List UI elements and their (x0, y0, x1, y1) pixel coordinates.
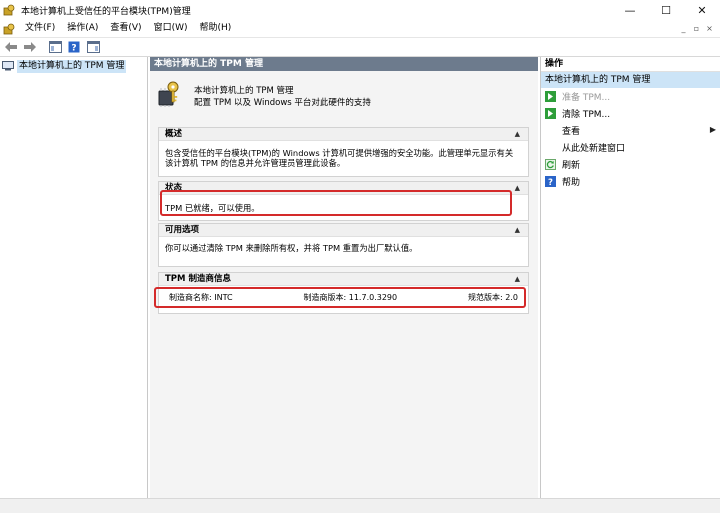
toolbar: ? (0, 37, 720, 57)
svg-text:?: ? (71, 44, 76, 54)
menu-file[interactable]: 文件(F) (19, 20, 61, 37)
overview-title: 概述 (165, 129, 183, 139)
overview-line-1: 包含受信任的平台模块(TPM)的 Windows 计算机可提供增强的安全功能。此… (165, 148, 514, 158)
result-pane-body: 本地计算机上的 TPM 管理 配置 TPM 以及 Windows 平台对此硬件的… (150, 71, 538, 498)
collapse-caret-icon[interactable]: ▲ (515, 273, 520, 286)
action-refresh[interactable]: 刷新 (541, 156, 720, 173)
help-icon: ? (68, 41, 80, 53)
action-new-window[interactable]: 从此处新建窗口 (541, 139, 720, 156)
overview-text: 包含受信任的平台模块(TPM)的 Windows 计算机可提供增强的安全功能。此… (159, 141, 528, 172)
tpm-chip-key-icon (158, 81, 180, 107)
action-label: 查看 (562, 127, 581, 137)
title-bar: 本地计算机上受信任的平台模块(TPM)管理 — ☐ ✕ (0, 0, 720, 20)
back-arrow-icon (5, 42, 17, 52)
mdi-minimize-button[interactable]: _ (677, 24, 690, 33)
mdi-close-button[interactable]: × (703, 24, 716, 33)
status-bar (0, 498, 720, 513)
banner-title: 本地计算机上的 TPM 管理 (194, 86, 294, 96)
menu-help[interactable]: 帮助(H) (194, 20, 238, 37)
refresh-icon (545, 159, 556, 170)
available-options-section: 可用选项 ▲ 你可以通过清除 TPM 来删除所有权，并将 TPM 重置为出厂默认… (158, 223, 529, 267)
result-pane: 本地计算机上的 TPM 管理 本地计算机上的 TPM 管理 配置 TPM 以及 … (150, 57, 538, 498)
close-button[interactable]: ✕ (684, 0, 720, 20)
actions-title: 操作 (541, 57, 720, 72)
maximize-button[interactable]: ☐ (648, 0, 684, 20)
console-tree-pane: 本地计算机上的 TPM 管理 (0, 57, 148, 498)
banner-description: 配置 TPM 以及 Windows 平台对此硬件的支持 (194, 98, 371, 108)
overview-line-2: 该计算机 TPM 的信息并允许管理员管理此设备。 (165, 158, 346, 168)
available-options-title: 可用选项 (165, 225, 200, 235)
snapin-banner: 本地计算机上的 TPM 管理 配置 TPM 以及 Windows 平台对此硬件的… (150, 71, 538, 123)
menu-bar: 文件(F) 操作(A) 查看(V) 窗口(W) 帮助(H) _ ▫ × (0, 20, 720, 37)
action-label: 清除 TPM... (562, 110, 611, 120)
green-arrow-icon (545, 91, 556, 102)
action-label: 刷新 (562, 161, 581, 171)
mdi-system-icon[interactable] (3, 23, 15, 35)
show-hide-tree-button[interactable] (47, 39, 63, 55)
svg-text:?: ? (548, 178, 553, 187)
manufacturer-highlight-box (154, 287, 526, 308)
back-button[interactable] (3, 39, 19, 55)
action-prepare-tpm[interactable]: 准备 TPM... (541, 88, 720, 105)
action-label: 准备 TPM... (562, 93, 611, 103)
tree-item-tpm-management[interactable]: 本地计算机上的 TPM 管理 (0, 59, 147, 73)
action-label: 帮助 (562, 178, 581, 188)
collapse-caret-icon[interactable]: ▲ (515, 182, 520, 195)
action-clear-tpm[interactable]: 清除 TPM... (541, 105, 720, 122)
tree-item-label: 本地计算机上的 TPM 管理 (17, 59, 127, 73)
collapse-caret-icon[interactable]: ▲ (515, 128, 520, 141)
overview-section: 概述 ▲ 包含受信任的平台模块(TPM)的 Windows 计算机可提供增强的安… (158, 127, 529, 177)
forward-button[interactable] (22, 39, 38, 55)
help-icon: ? (545, 176, 556, 187)
action-label: 从此处新建窗口 (562, 144, 626, 154)
computer-icon (2, 61, 14, 71)
action-pane-icon (86, 41, 100, 53)
help-button[interactable]: ? (66, 39, 82, 55)
show-hide-action-pane-button[interactable] (85, 39, 101, 55)
console-tree-icon (48, 41, 62, 53)
action-help[interactable]: ? 帮助 (541, 173, 720, 190)
menu-action[interactable]: 操作(A) (61, 20, 104, 37)
green-arrow-icon (545, 108, 556, 119)
mdi-restore-button[interactable]: ▫ (690, 24, 703, 33)
available-options-header[interactable]: 可用选项 ▲ (159, 224, 528, 237)
window-title: 本地计算机上受信任的平台模块(TPM)管理 (21, 6, 191, 17)
forward-arrow-icon (24, 42, 36, 52)
status-highlight-box (160, 190, 512, 216)
action-view[interactable]: 查看 ▶ (541, 122, 720, 139)
menu-window[interactable]: 窗口(W) (148, 20, 194, 37)
result-pane-header: 本地计算机上的 TPM 管理 (150, 57, 538, 71)
available-options-text: 你可以通过清除 TPM 来删除所有权，并将 TPM 重置为出厂默认值。 (165, 243, 418, 253)
manufacturer-header[interactable]: TPM 制造商信息 ▲ (159, 273, 528, 286)
tpm-app-icon (3, 4, 15, 16)
submenu-arrow-icon: ▶ (709, 125, 716, 134)
menu-view[interactable]: 查看(V) (104, 20, 147, 37)
collapse-caret-icon[interactable]: ▲ (515, 224, 520, 237)
minimize-button[interactable]: — (612, 0, 648, 20)
overview-header[interactable]: 概述 ▲ (159, 128, 528, 141)
manufacturer-title: TPM 制造商信息 (165, 274, 231, 284)
actions-pane: 操作 本地计算机上的 TPM 管理 准备 TPM... 清除 TPM... 查看… (540, 57, 720, 498)
actions-subtitle[interactable]: 本地计算机上的 TPM 管理 (541, 72, 720, 88)
